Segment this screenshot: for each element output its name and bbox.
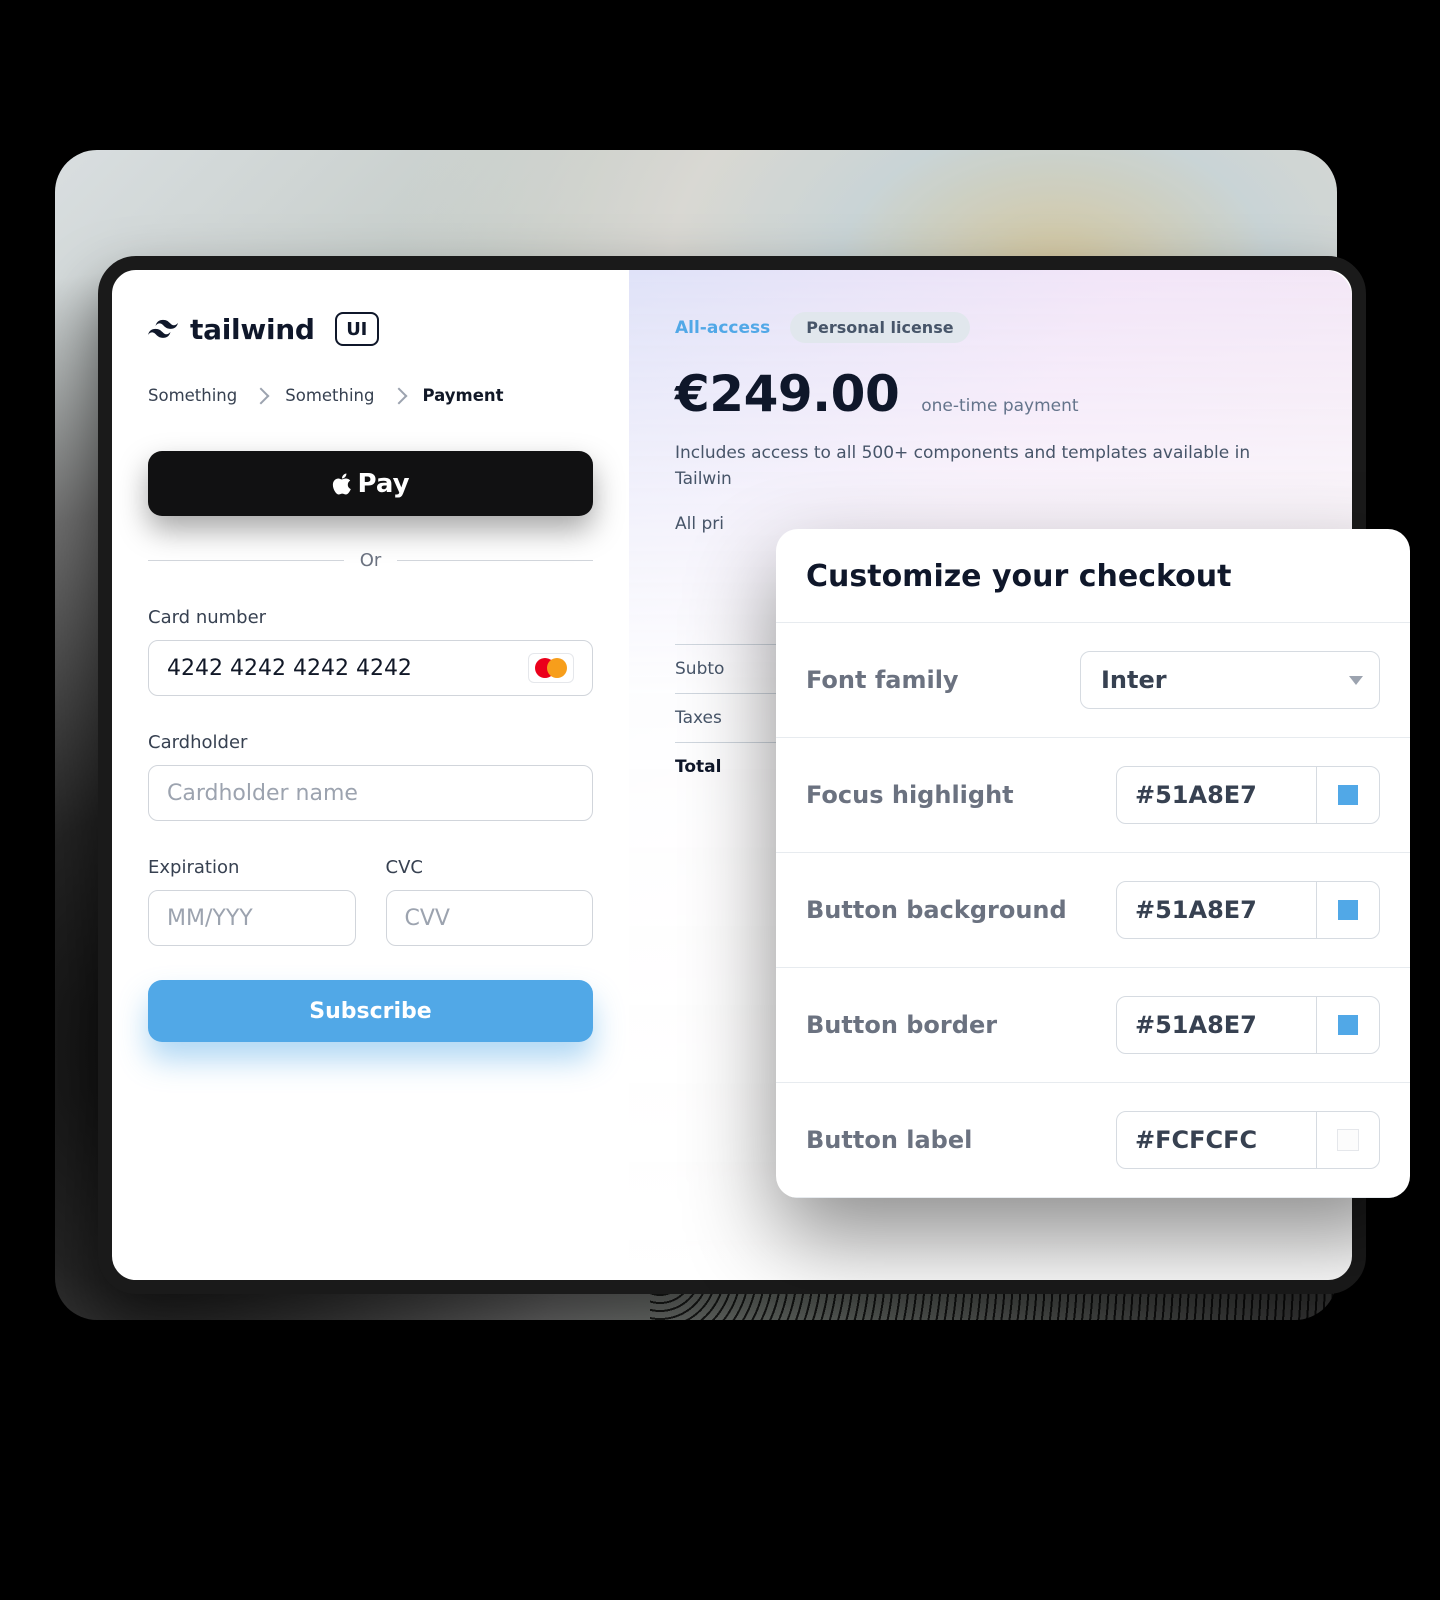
font-family-value: Inter bbox=[1101, 666, 1167, 694]
chevron-right-icon bbox=[390, 387, 407, 404]
cardholder-placeholder: Cardholder name bbox=[167, 781, 358, 806]
expiration-label: Expiration bbox=[148, 857, 356, 878]
cardholder-label: Cardholder bbox=[148, 732, 593, 753]
color-value: #FCFCFC bbox=[1117, 1126, 1316, 1154]
cvc-input[interactable]: CVV bbox=[386, 890, 594, 946]
logo: tailwind UI bbox=[148, 312, 593, 346]
payment-pane: tailwind UI Something Something Payment … bbox=[112, 270, 629, 1280]
expiration-placeholder: MM/YYY bbox=[167, 906, 253, 931]
apple-icon bbox=[331, 471, 353, 497]
price-hint: one-time payment bbox=[921, 396, 1078, 416]
color-swatch[interactable] bbox=[1316, 1112, 1379, 1168]
option-button-border: Button border #51A8E7 bbox=[776, 967, 1410, 1082]
swatch-box bbox=[1338, 900, 1358, 920]
card-number-value: 4242 4242 4242 4242 bbox=[167, 656, 412, 681]
chevron-down-icon bbox=[1349, 676, 1363, 685]
swatch-box bbox=[1338, 785, 1358, 805]
crumb-0[interactable]: Something bbox=[148, 386, 237, 405]
card-number-label: Card number bbox=[148, 607, 593, 628]
expiration-input[interactable]: MM/YYY bbox=[148, 890, 356, 946]
option-font-family: Font family Inter bbox=[776, 622, 1410, 737]
brand-ui-badge: UI bbox=[335, 312, 379, 346]
color-value: #51A8E7 bbox=[1117, 781, 1316, 809]
option-focus-highlight: Focus highlight #51A8E7 bbox=[776, 737, 1410, 852]
option-button-background: Button background #51A8E7 bbox=[776, 852, 1410, 967]
option-label: Button background bbox=[806, 896, 1067, 924]
color-swatch[interactable] bbox=[1316, 997, 1379, 1053]
subscribe-label: Subscribe bbox=[309, 999, 431, 1024]
modal-title: Customize your checkout bbox=[776, 529, 1410, 622]
color-value: #51A8E7 bbox=[1117, 896, 1316, 924]
button-label-color-input[interactable]: #FCFCFC bbox=[1116, 1111, 1380, 1169]
font-family-select[interactable]: Inter bbox=[1080, 651, 1380, 709]
focus-highlight-color-input[interactable]: #51A8E7 bbox=[1116, 766, 1380, 824]
apple-pay-button[interactable]: Pay bbox=[148, 451, 593, 516]
modal-footer-divider bbox=[776, 1197, 1410, 1198]
license-pill: Personal license bbox=[790, 312, 969, 343]
customize-modal: Customize your checkout Font family Inte… bbox=[776, 529, 1410, 1198]
cvc-placeholder: CVV bbox=[405, 906, 450, 931]
summary-desc-1: Includes access to all 500+ components a… bbox=[675, 441, 1306, 492]
button-border-color-input[interactable]: #51A8E7 bbox=[1116, 996, 1380, 1054]
color-swatch[interactable] bbox=[1316, 882, 1379, 938]
cardholder-input[interactable]: Cardholder name bbox=[148, 765, 593, 821]
subtotal-label: Subto bbox=[675, 659, 724, 679]
mastercard-icon bbox=[528, 653, 574, 683]
option-label: Button border bbox=[806, 1011, 997, 1039]
swatch-box bbox=[1338, 1015, 1358, 1035]
divider-or: Or bbox=[148, 550, 593, 571]
tailwind-mark-icon bbox=[148, 314, 178, 344]
option-label: Focus highlight bbox=[806, 781, 1014, 809]
divider-label: Or bbox=[360, 550, 382, 571]
brand-name: tailwind bbox=[190, 313, 315, 346]
price-amount: €249.00 bbox=[675, 365, 899, 423]
plan-link[interactable]: All-access bbox=[675, 318, 770, 338]
option-button-label: Button label #FCFCFC bbox=[776, 1082, 1410, 1197]
total-label: Total bbox=[675, 757, 721, 777]
crumb-1[interactable]: Something bbox=[285, 386, 374, 405]
taxes-label: Taxes bbox=[675, 708, 722, 728]
cvc-label: CVC bbox=[386, 857, 594, 878]
color-swatch[interactable] bbox=[1316, 767, 1379, 823]
crumb-2: Payment bbox=[423, 386, 504, 405]
option-label: Font family bbox=[806, 666, 959, 694]
apple-pay-label: Pay bbox=[357, 469, 409, 499]
option-label: Button label bbox=[806, 1126, 972, 1154]
chevron-right-icon bbox=[253, 387, 270, 404]
swatch-box bbox=[1337, 1129, 1359, 1151]
button-background-color-input[interactable]: #51A8E7 bbox=[1116, 881, 1380, 939]
color-value: #51A8E7 bbox=[1117, 1011, 1316, 1039]
card-number-input[interactable]: 4242 4242 4242 4242 bbox=[148, 640, 593, 696]
subscribe-button[interactable]: Subscribe bbox=[148, 980, 593, 1042]
breadcrumb: Something Something Payment bbox=[148, 386, 593, 405]
